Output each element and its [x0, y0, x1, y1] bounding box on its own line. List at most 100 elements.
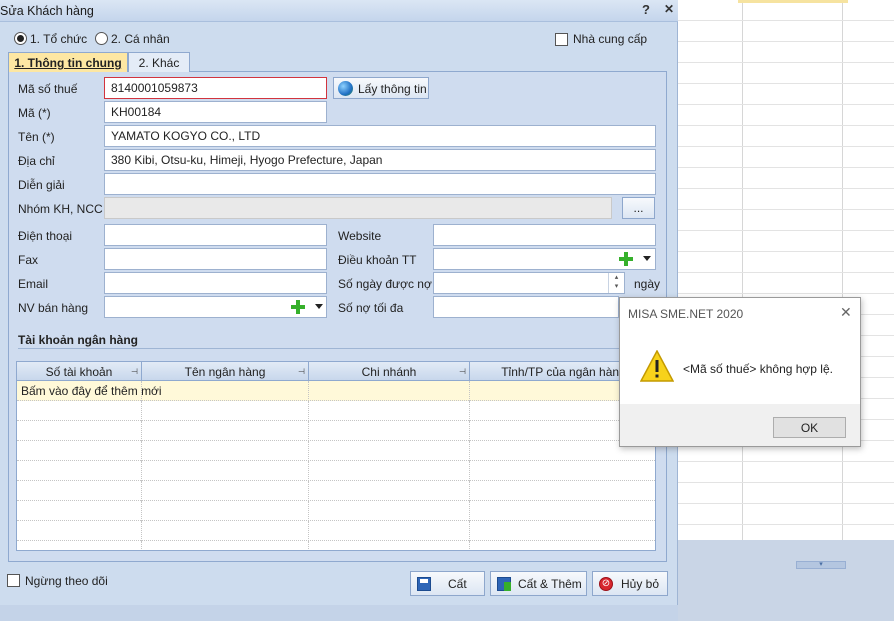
save-and-add-button[interactable]: Cất & Thêm: [490, 571, 587, 596]
column-header-branch[interactable]: Chi nhánh ⊣: [309, 362, 470, 381]
table-cell[interactable]: [309, 441, 470, 461]
phone-input[interactable]: [104, 224, 327, 246]
table-cell[interactable]: [309, 521, 470, 541]
address-input[interactable]: 380 Kibi, Otsu-ku, Himeji, Hyogo Prefect…: [104, 149, 656, 171]
fetch-info-button[interactable]: Lấy thông tin: [333, 77, 429, 99]
table-cell[interactable]: [17, 441, 142, 461]
grid-row-line: [676, 524, 894, 525]
column-header-bank-name[interactable]: Tên ngân hàng ⊣: [142, 362, 309, 381]
supplier-checkbox-label: Nhà cung cấp: [573, 32, 648, 46]
table-cell[interactable]: [142, 381, 309, 401]
sales-staff-dropdown-icon[interactable]: [315, 304, 323, 309]
table-cell[interactable]: [142, 441, 309, 461]
pin-icon[interactable]: ⊣: [298, 367, 305, 376]
credit-days-input[interactable]: [433, 272, 625, 294]
message-box-title: MISA SME.NET 2020: [628, 307, 744, 321]
table-cell[interactable]: [309, 501, 470, 521]
supplier-checkbox[interactable]: [555, 33, 568, 46]
chevron-down-icon[interactable]: ▾: [796, 561, 846, 569]
fetch-info-label: Lấy thông tin: [358, 82, 427, 96]
table-cell[interactable]: [17, 461, 142, 481]
table-cell[interactable]: [142, 521, 309, 541]
add-sales-staff-icon[interactable]: [288, 297, 308, 317]
bank-section-title: Tài khoản ngân hàng: [18, 333, 139, 347]
phone-label: Điện thoại: [18, 229, 73, 243]
table-cell[interactable]: [17, 421, 142, 441]
table-cell[interactable]: [142, 421, 309, 441]
table-cell[interactable]: [17, 521, 142, 541]
help-icon[interactable]: ?: [638, 2, 654, 19]
close-icon[interactable]: ✕: [661, 2, 677, 19]
tax-code-label: Mã số thuế: [18, 82, 78, 96]
radio-organization-label: 1. Tổ chức: [30, 32, 88, 46]
table-cell[interactable]: [309, 421, 470, 441]
credit-days-spinner[interactable]: ▴ ▾: [608, 273, 624, 293]
new-row-hint-row[interactable]: Bấm vào đây để thêm mới: [17, 381, 655, 401]
pin-icon[interactable]: ⊣: [131, 367, 138, 376]
grid-row-line: [676, 62, 894, 63]
inactive-checkbox[interactable]: [7, 574, 20, 587]
table-cell[interactable]: [17, 541, 142, 550]
column-header-label: Tên ngân hàng: [184, 365, 266, 379]
divider: [18, 348, 658, 349]
radio-individual[interactable]: [95, 32, 108, 45]
radio-organization[interactable]: [14, 32, 27, 45]
warning-icon: [640, 350, 674, 382]
table-cell[interactable]: [142, 401, 309, 421]
table-cell[interactable]: [309, 401, 470, 421]
table-cell[interactable]: [17, 481, 142, 501]
table-cell[interactable]: [17, 401, 142, 421]
credit-days-label: Số ngày được nợ: [338, 277, 432, 291]
table-row[interactable]: [17, 521, 655, 541]
email-input[interactable]: [104, 272, 327, 294]
table-cell[interactable]: [309, 541, 470, 550]
description-input[interactable]: [104, 173, 656, 195]
add-payment-terms-icon[interactable]: [616, 249, 636, 269]
table-row[interactable]: [17, 541, 655, 550]
max-debt-input[interactable]: [433, 296, 619, 318]
ok-button[interactable]: OK: [773, 417, 846, 438]
edit-customer-dialog: Sửa Khách hàng ? ✕ 1. Tổ chức 2. Cá nhân…: [0, 0, 678, 621]
table-cell[interactable]: [17, 501, 142, 521]
table-cell[interactable]: [142, 501, 309, 521]
window-title: Sửa Khách hàng: [0, 4, 94, 18]
table-cell[interactable]: [142, 541, 309, 550]
close-icon[interactable]: ✕: [840, 304, 852, 321]
title-bar: Sửa Khách hàng ? ✕: [0, 0, 678, 22]
save-button[interactable]: Cất: [410, 571, 485, 596]
table-cell[interactable]: [309, 461, 470, 481]
table-row[interactable]: [17, 481, 655, 501]
table-row[interactable]: [17, 461, 655, 481]
tab-other[interactable]: 2. Khác: [128, 52, 190, 72]
grid-row-line: [676, 146, 894, 147]
column-header-account-number[interactable]: Số tài khoản ⊣: [17, 362, 142, 381]
table-row[interactable]: [17, 441, 655, 461]
table-cell[interactable]: [142, 481, 309, 501]
table-row[interactable]: [17, 501, 655, 521]
table-cell[interactable]: [142, 461, 309, 481]
table-cell[interactable]: [309, 381, 470, 401]
group-browse-button[interactable]: ...: [622, 197, 655, 219]
floppy-disk-plus-icon: [497, 577, 511, 591]
group-input[interactable]: [104, 197, 612, 219]
grid-row-line: [676, 503, 894, 504]
code-label: Mã (*): [18, 106, 51, 120]
bottom-strip: [0, 605, 678, 621]
table-row[interactable]: [17, 421, 655, 441]
website-input[interactable]: [433, 224, 656, 246]
tab-general-info[interactable]: 1. Thông tin chung: [8, 52, 128, 72]
background-status-strip: [676, 540, 894, 621]
fax-input[interactable]: [104, 248, 327, 270]
grid-column-line: [842, 0, 843, 540]
grid-row-line: [676, 167, 894, 168]
code-input[interactable]: KH00184: [104, 101, 327, 123]
table-row[interactable]: [17, 401, 655, 421]
tax-code-input[interactable]: 8140001059873: [104, 77, 327, 99]
bank-accounts-table[interactable]: Số tài khoản ⊣ Tên ngân hàng ⊣ Chi nhánh ⊣ …: [16, 361, 656, 551]
table-cell[interactable]: [309, 481, 470, 501]
payment-terms-dropdown-icon[interactable]: [643, 256, 651, 261]
pin-icon[interactable]: ⊣: [459, 367, 466, 376]
cancel-button[interactable]: ⊘ Hủy bỏ: [592, 571, 668, 596]
new-row-hint[interactable]: Bấm vào đây để thêm mới: [17, 381, 162, 401]
name-input[interactable]: YAMATO KOGYO CO., LTD: [104, 125, 656, 147]
